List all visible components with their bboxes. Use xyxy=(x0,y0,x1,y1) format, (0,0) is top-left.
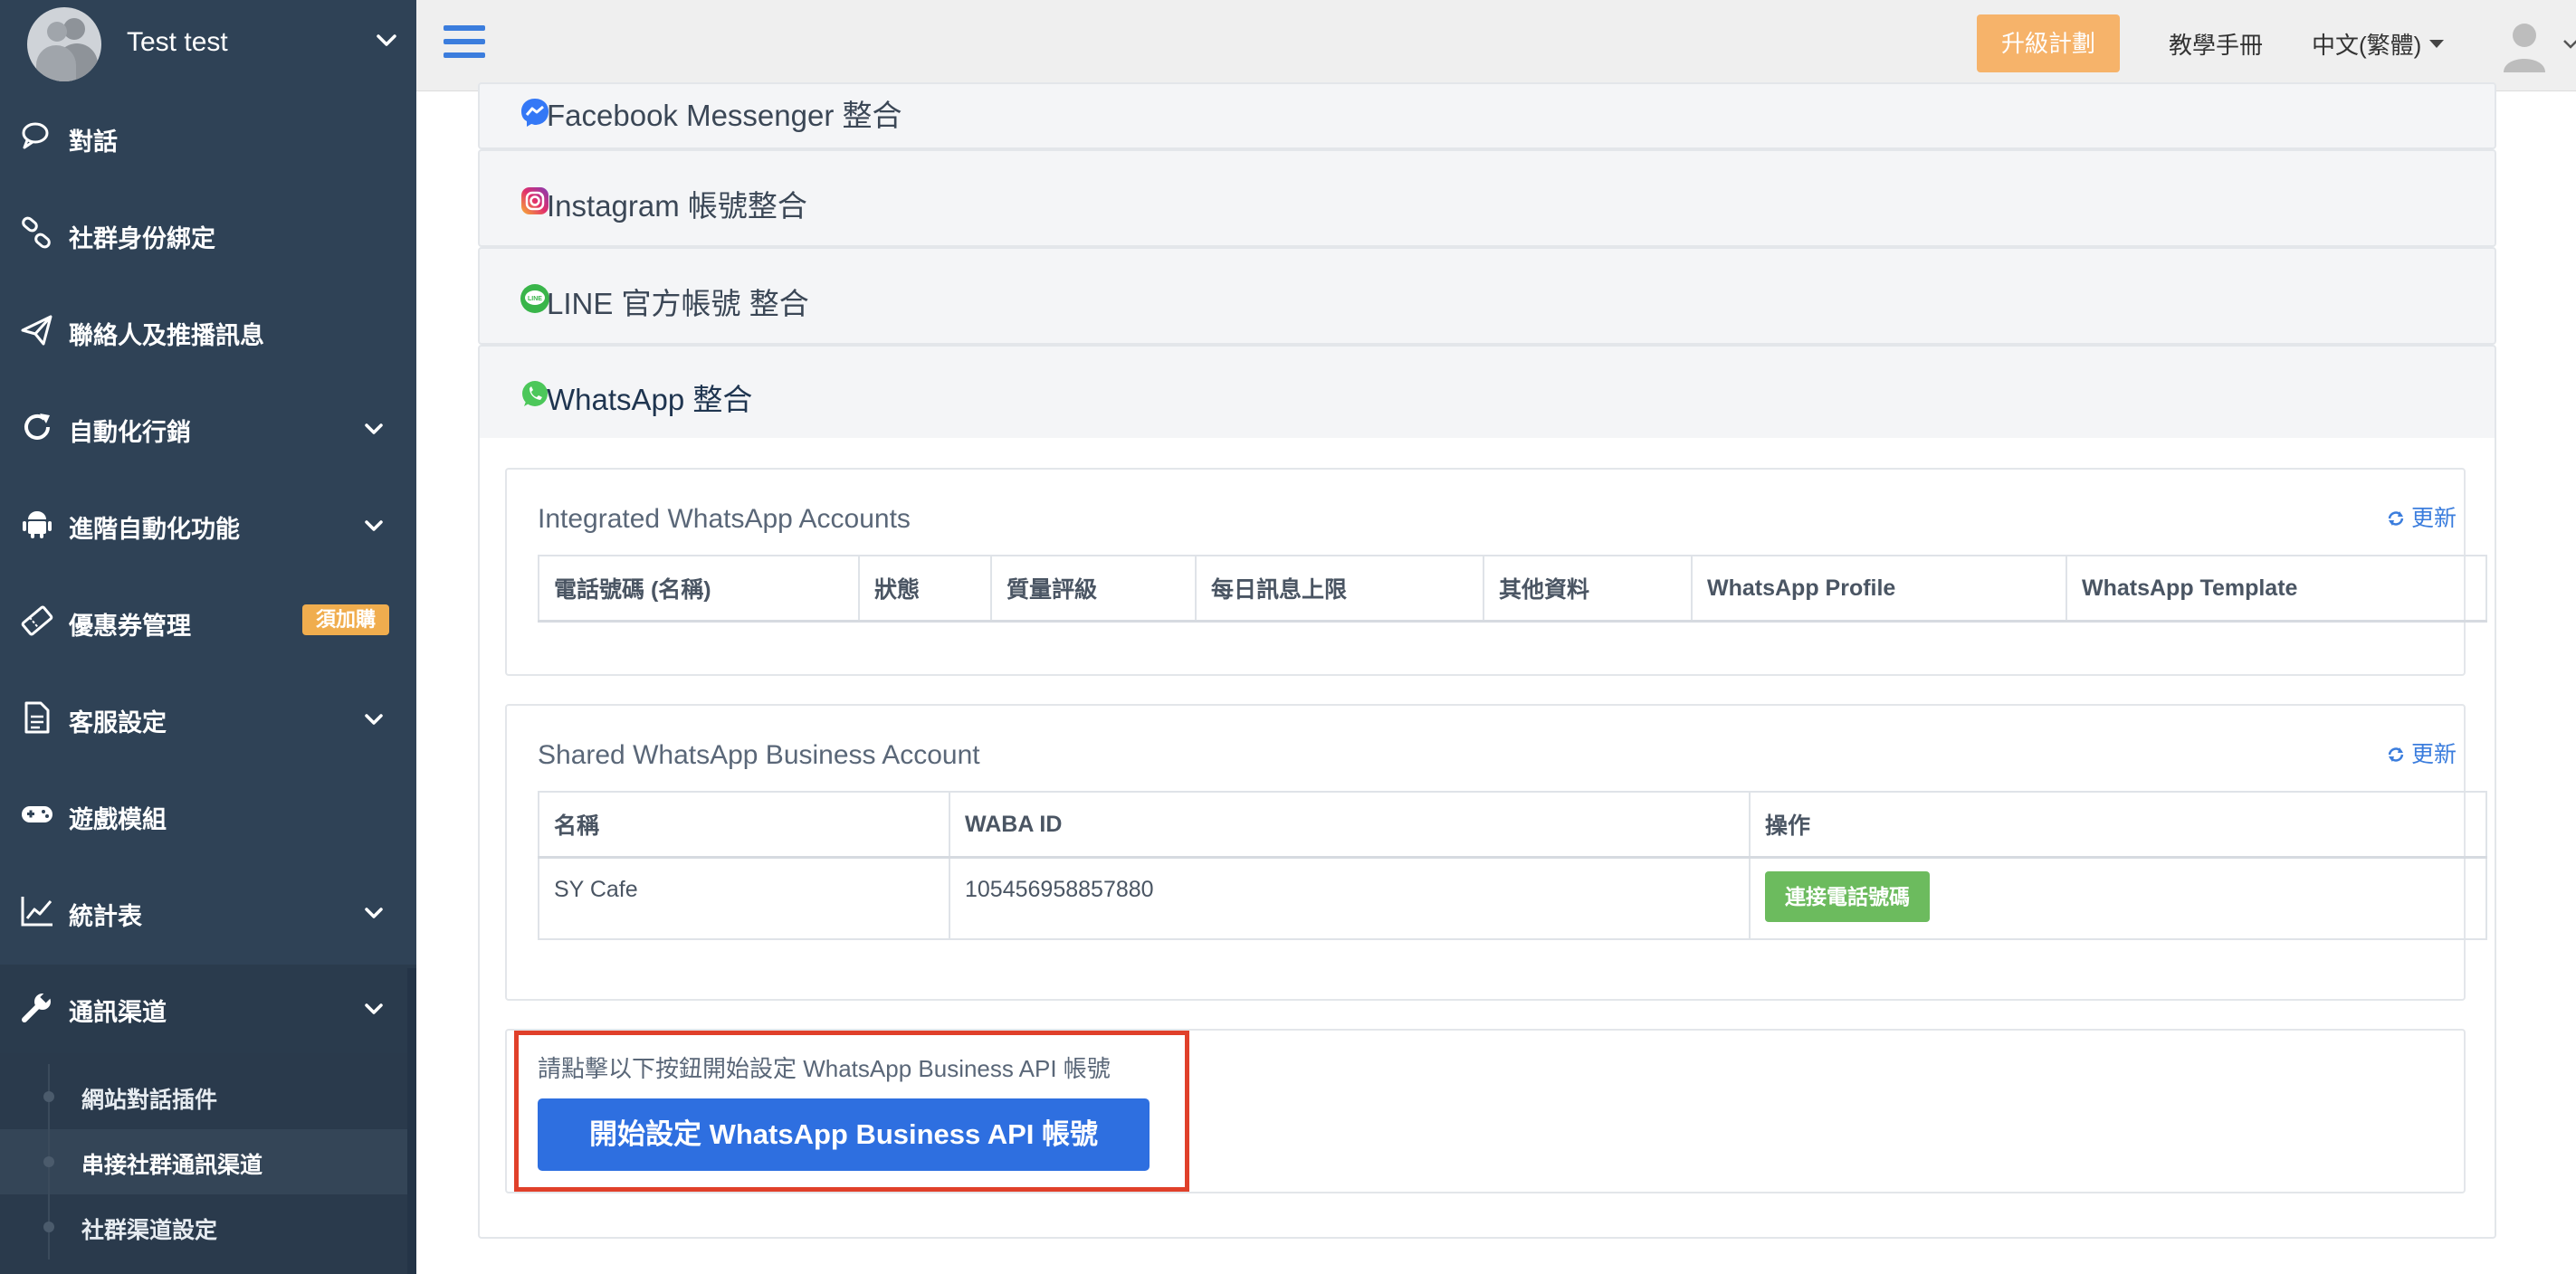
refresh-icon xyxy=(2388,511,2404,526)
wrench-icon xyxy=(22,991,52,1022)
chat-icon xyxy=(22,122,49,149)
sidebar-item-label: 客服設定 xyxy=(69,709,167,737)
refresh-label: 更新 xyxy=(2411,506,2457,531)
sidebar-item-customer-service-settings[interactable]: 客服設定 xyxy=(0,671,416,768)
sidebar-item-label: 遊戲模組 xyxy=(69,806,167,833)
ticket-icon xyxy=(21,605,53,636)
sidebar-subitem-label: 串接社群通訊渠道 xyxy=(81,1153,263,1178)
document-icon xyxy=(24,701,50,734)
account-name: SY Cafe xyxy=(538,856,950,940)
chevron-down-icon xyxy=(365,423,383,434)
sidebar-item-label: 優惠券管理 xyxy=(69,613,191,640)
chevron-down-icon xyxy=(365,714,383,725)
sidebar-subitem-label: 網站對話插件 xyxy=(81,1088,218,1113)
accordion-messenger[interactable]: Facebook Messenger 整合 xyxy=(478,82,2496,149)
chevron-down-icon[interactable] xyxy=(2562,34,2576,52)
messenger-icon xyxy=(521,99,549,127)
table-header[interactable]: WABA ID xyxy=(949,791,1751,859)
sidebar-item-label: 進階自動化功能 xyxy=(69,516,240,543)
android-icon xyxy=(23,511,52,538)
paper-plane-icon xyxy=(21,315,52,346)
sidebar-item-conversations[interactable]: 對話 xyxy=(0,90,416,187)
sidebar-subitem-label: 社群渠道設定 xyxy=(81,1218,218,1243)
top-header: 升級計劃 教學手冊 中文(繁體) xyxy=(416,0,2576,91)
table-header[interactable]: 每日訊息上限 xyxy=(1195,555,1484,623)
sidebar-scroll-track xyxy=(407,968,416,1274)
sidebar: Test test 對話 社群身份綁定 聯絡人及推播訊息 自動化行銷 進階自動化… xyxy=(0,0,416,1274)
chevron-down-icon[interactable] xyxy=(373,27,400,54)
table-header[interactable]: 狀態 xyxy=(858,555,992,623)
sidebar-item-label: 聯絡人及推播訊息 xyxy=(69,322,264,349)
sidebar-item-communication-channels[interactable]: 通訊渠道 xyxy=(0,965,416,1053)
accordion-title: WhatsApp 整合 xyxy=(547,383,753,416)
chevron-down-icon xyxy=(365,520,383,531)
sidebar-item-label: 對話 xyxy=(69,128,118,156)
accordion-whatsapp[interactable]: WhatsApp 整合 xyxy=(478,345,2496,440)
sidebar-profile[interactable]: Test test xyxy=(0,0,416,90)
refresh-button[interactable]: 更新 xyxy=(2386,500,2457,533)
table-header[interactable]: WhatsApp Template xyxy=(2066,555,2487,623)
table-header[interactable]: 質量評級 xyxy=(990,555,1197,623)
line-chart-icon xyxy=(21,897,52,927)
refresh-icon xyxy=(2388,747,2404,762)
shared-accounts-card: Shared WhatsApp Business Account 更新 名稱 W… xyxy=(505,704,2487,1001)
table-header[interactable]: 操作 xyxy=(1749,791,2487,859)
sidebar-item-contacts-broadcast[interactable]: 聯絡人及推播訊息 xyxy=(0,284,416,381)
whatsapp-icon xyxy=(522,381,548,406)
waba-id: 105456958857880 xyxy=(949,856,1751,940)
refresh-button[interactable]: 更新 xyxy=(2386,737,2457,769)
line-app-icon: LINE xyxy=(520,284,549,313)
sidebar-subitem-website-chat-plugin[interactable]: 網站對話插件 xyxy=(0,1064,407,1129)
card-title: Integrated WhatsApp Accounts xyxy=(538,504,911,534)
language-select[interactable]: 中文(繁體) xyxy=(2312,27,2421,61)
avatar xyxy=(27,7,101,81)
accordion-instagram[interactable]: Instagram 帳號整合 xyxy=(478,149,2496,247)
table-header[interactable]: WhatsApp Profile xyxy=(1691,555,2067,623)
chevron-down-icon xyxy=(365,908,383,918)
sidebar-item-statistics[interactable]: 統計表 xyxy=(0,865,416,962)
shared-accounts-table: 名稱 WABA ID 操作 SY Cafe 105456958857880 連接… xyxy=(538,791,2487,940)
accordion-title: Facebook Messenger 整合 xyxy=(547,99,902,132)
sidebar-item-social-binding[interactable]: 社群身份綁定 xyxy=(0,187,416,284)
caret-down-icon[interactable] xyxy=(2429,40,2444,48)
accordion-title: Instagram 帳號整合 xyxy=(547,189,807,223)
user-avatar-icon[interactable] xyxy=(2500,20,2549,72)
refresh-icon xyxy=(24,414,50,440)
start-setup-whatsapp-api-button[interactable]: 開始設定 WhatsApp Business API 帳號 xyxy=(538,1098,1150,1171)
sidebar-item-advanced-automation[interactable]: 進階自動化功能 xyxy=(0,478,416,575)
link-icon xyxy=(22,216,51,249)
sidebar-subitem-social-channel-settings[interactable]: 社群渠道設定 xyxy=(0,1194,407,1260)
gamepad-icon xyxy=(22,806,52,822)
tutorial-link[interactable]: 教學手冊 xyxy=(2169,27,2263,61)
accordion-title: LINE 官方帳號 整合 xyxy=(547,287,809,320)
sidebar-item-label: 通訊渠道 xyxy=(69,999,167,1026)
sidebar-item-label: 社群身份綁定 xyxy=(69,225,215,252)
action-cell: 連接電話號碼 xyxy=(1749,856,2487,940)
sidebar-item-label: 統計表 xyxy=(69,903,142,930)
chevron-down-icon xyxy=(365,1003,383,1014)
integrated-accounts-card: Integrated WhatsApp Accounts 更新 電話號碼 (名稱… xyxy=(505,468,2487,676)
svg-text:LINE: LINE xyxy=(528,296,542,302)
hamburger-menu-icon[interactable] xyxy=(444,25,485,62)
sidebar-item-game-module[interactable]: 遊戲模組 xyxy=(0,768,416,865)
instagram-icon xyxy=(521,187,549,214)
table-header[interactable]: 名稱 xyxy=(538,791,950,859)
connect-phone-number-button[interactable]: 連接電話號碼 xyxy=(1765,871,1930,922)
table-row: SY Cafe 105456958857880 連接電話號碼 xyxy=(538,856,2487,940)
accordion-line[interactable]: LINE LINE 官方帳號 整合 xyxy=(478,247,2496,345)
sidebar-item-automation-marketing[interactable]: 自動化行銷 xyxy=(0,381,416,478)
table-header[interactable]: 電話號碼 (名稱) xyxy=(538,555,860,623)
sidebar-subitem-connect-social-channels[interactable]: 串接社群通訊渠道 xyxy=(0,1129,407,1194)
card-title: Shared WhatsApp Business Account xyxy=(538,740,980,770)
table-header[interactable]: 其他資料 xyxy=(1483,555,1693,623)
refresh-label: 更新 xyxy=(2411,742,2457,767)
sidebar-item-label: 自動化行銷 xyxy=(69,419,191,446)
addon-required-badge: 須加購 xyxy=(302,604,389,635)
upgrade-plan-button[interactable]: 升級計劃 xyxy=(1977,14,2120,72)
integrated-accounts-table: 電話號碼 (名稱) 狀態 質量評級 每日訊息上限 其他資料 WhatsApp P… xyxy=(538,555,2487,623)
username: Test test xyxy=(127,27,228,57)
